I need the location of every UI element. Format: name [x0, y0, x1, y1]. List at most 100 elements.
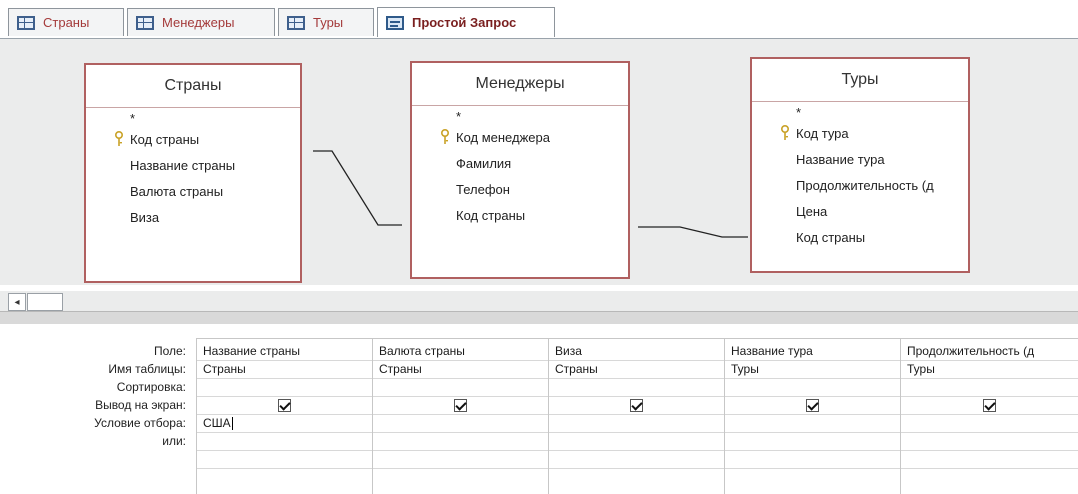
show-checkbox[interactable] — [806, 399, 819, 412]
field-list-countries[interactable]: Страны * Код страны Название страны Валю… — [84, 63, 302, 283]
empty-cell[interactable] — [197, 451, 372, 469]
primary-key-icon — [115, 131, 123, 146]
horizontal-scrollbar[interactable]: ◂ — [0, 291, 1078, 313]
sort-cell[interactable] — [373, 379, 548, 397]
grid-column: Название страны Страны США — [196, 339, 372, 494]
field-item-key[interactable]: Код менеджера — [412, 124, 628, 150]
field-item[interactable]: Код страны — [412, 202, 628, 228]
show-checkbox[interactable] — [983, 399, 996, 412]
or-cell[interactable] — [197, 433, 372, 451]
tab-tours[interactable]: Туры — [278, 8, 374, 36]
tab-simple-query[interactable]: Простой Запрос — [377, 7, 555, 37]
field-item-key[interactable]: Код страны — [86, 126, 300, 152]
show-cell[interactable] — [373, 397, 548, 415]
sort-cell[interactable] — [197, 379, 372, 397]
table-cell[interactable]: Туры — [901, 361, 1078, 379]
empty-cell[interactable] — [549, 451, 724, 469]
show-cell[interactable] — [197, 397, 372, 415]
grid-column: Виза Страны — [548, 339, 724, 494]
table-icon — [17, 15, 35, 30]
primary-key-icon — [781, 125, 789, 140]
grid-column: Продолжительность (д Туры — [900, 339, 1078, 494]
show-checkbox[interactable] — [630, 399, 643, 412]
relationship-line-countries-managers — [313, 150, 402, 226]
table-cell[interactable]: Страны — [549, 361, 724, 379]
field-item[interactable]: Телефон — [412, 176, 628, 202]
or-cell[interactable] — [725, 433, 900, 451]
or-cell[interactable] — [901, 433, 1078, 451]
query-design-area: Страны * Код страны Название страны Валю… — [0, 39, 1078, 313]
query-design-grid: Поле: Имя таблицы: Сортировка: Вывод на … — [0, 324, 1078, 494]
field-item[interactable]: Название тура — [752, 146, 968, 172]
field-item[interactable]: Код страны — [752, 224, 968, 250]
tab-label: Простой Запрос — [412, 15, 517, 30]
or-cell[interactable] — [373, 433, 548, 451]
field-list-title[interactable]: Страны — [86, 65, 300, 108]
query-icon — [386, 15, 404, 30]
row-label-field: Поле: — [153, 344, 186, 358]
empty-cell[interactable] — [901, 451, 1078, 469]
grid-row-labels: Поле: Имя таблицы: Сортировка: Вывод на … — [0, 342, 192, 450]
grid-column: Валюта страны Страны — [372, 339, 548, 494]
criteria-cell[interactable]: США — [197, 415, 372, 433]
empty-cell[interactable] — [373, 451, 548, 469]
row-label-show: Вывод на экран: — [95, 398, 186, 412]
tab-label: Туры — [313, 15, 344, 30]
field-list-managers[interactable]: Менеджеры * Код менеджера Фамилия Телефо… — [410, 61, 630, 279]
field-list-title[interactable]: Туры — [752, 59, 968, 102]
criteria-cell[interactable] — [373, 415, 548, 433]
grid-column: Название тура Туры — [724, 339, 900, 494]
field-cell[interactable]: Продолжительность (д — [901, 343, 1078, 361]
text-cursor — [231, 417, 233, 431]
pane-splitter[interactable] — [0, 311, 1078, 325]
empty-cell[interactable] — [725, 451, 900, 469]
table-cell[interactable]: Страны — [197, 361, 372, 379]
tab-countries[interactable]: Страны — [8, 8, 124, 36]
field-list-tours[interactable]: Туры * Код тура Название тура Продолжите… — [750, 57, 970, 273]
tab-label: Страны — [43, 15, 90, 30]
field-cell[interactable]: Название страны — [197, 343, 372, 361]
sort-cell[interactable] — [549, 379, 724, 397]
show-checkbox[interactable] — [278, 399, 291, 412]
scroll-thumb[interactable] — [27, 293, 63, 311]
table-icon — [287, 15, 305, 30]
sort-cell[interactable] — [725, 379, 900, 397]
scroll-left-arrow-icon[interactable]: ◂ — [8, 293, 26, 311]
field-item[interactable]: Виза — [86, 204, 300, 230]
show-cell[interactable] — [901, 397, 1078, 415]
field-item[interactable]: Фамилия — [412, 150, 628, 176]
show-cell[interactable] — [725, 397, 900, 415]
or-cell[interactable] — [549, 433, 724, 451]
field-item[interactable]: Продолжительность (д — [752, 172, 968, 198]
field-item[interactable]: Название страны — [86, 152, 300, 178]
tab-managers[interactable]: Менеджеры — [127, 8, 275, 36]
field-item[interactable]: Цена — [752, 198, 968, 224]
show-checkbox[interactable] — [454, 399, 467, 412]
criteria-cell[interactable] — [725, 415, 900, 433]
field-all-star[interactable]: * — [412, 108, 628, 124]
table-cell[interactable]: Страны — [373, 361, 548, 379]
criteria-cell[interactable] — [901, 415, 1078, 433]
row-label-table: Имя таблицы: — [108, 362, 186, 376]
primary-key-icon — [441, 129, 449, 144]
field-item[interactable]: Валюта страны — [86, 178, 300, 204]
grid-columns: Название страны Страны США Валюта страны… — [196, 338, 1078, 494]
row-label-or: или: — [162, 434, 186, 448]
criteria-cell[interactable] — [549, 415, 724, 433]
field-list-title[interactable]: Менеджеры — [412, 63, 628, 106]
table-icon — [136, 15, 154, 30]
row-label-sort: Сортировка: — [116, 380, 186, 394]
field-cell[interactable]: Виза — [549, 343, 724, 361]
field-item-key[interactable]: Код тура — [752, 120, 968, 146]
show-cell[interactable] — [549, 397, 724, 415]
field-cell[interactable]: Название тура — [725, 343, 900, 361]
sort-cell[interactable] — [901, 379, 1078, 397]
field-all-star[interactable]: * — [752, 104, 968, 120]
field-all-star[interactable]: * — [86, 110, 300, 126]
table-cell[interactable]: Туры — [725, 361, 900, 379]
row-label-criteria: Условие отбора: — [94, 416, 186, 430]
field-cell[interactable]: Валюта страны — [373, 343, 548, 361]
tab-label: Менеджеры — [162, 15, 235, 30]
relationship-line-managers-tours — [638, 226, 748, 238]
document-tab-bar: Страны Менеджеры Туры Простой Запрос — [0, 0, 1078, 39]
